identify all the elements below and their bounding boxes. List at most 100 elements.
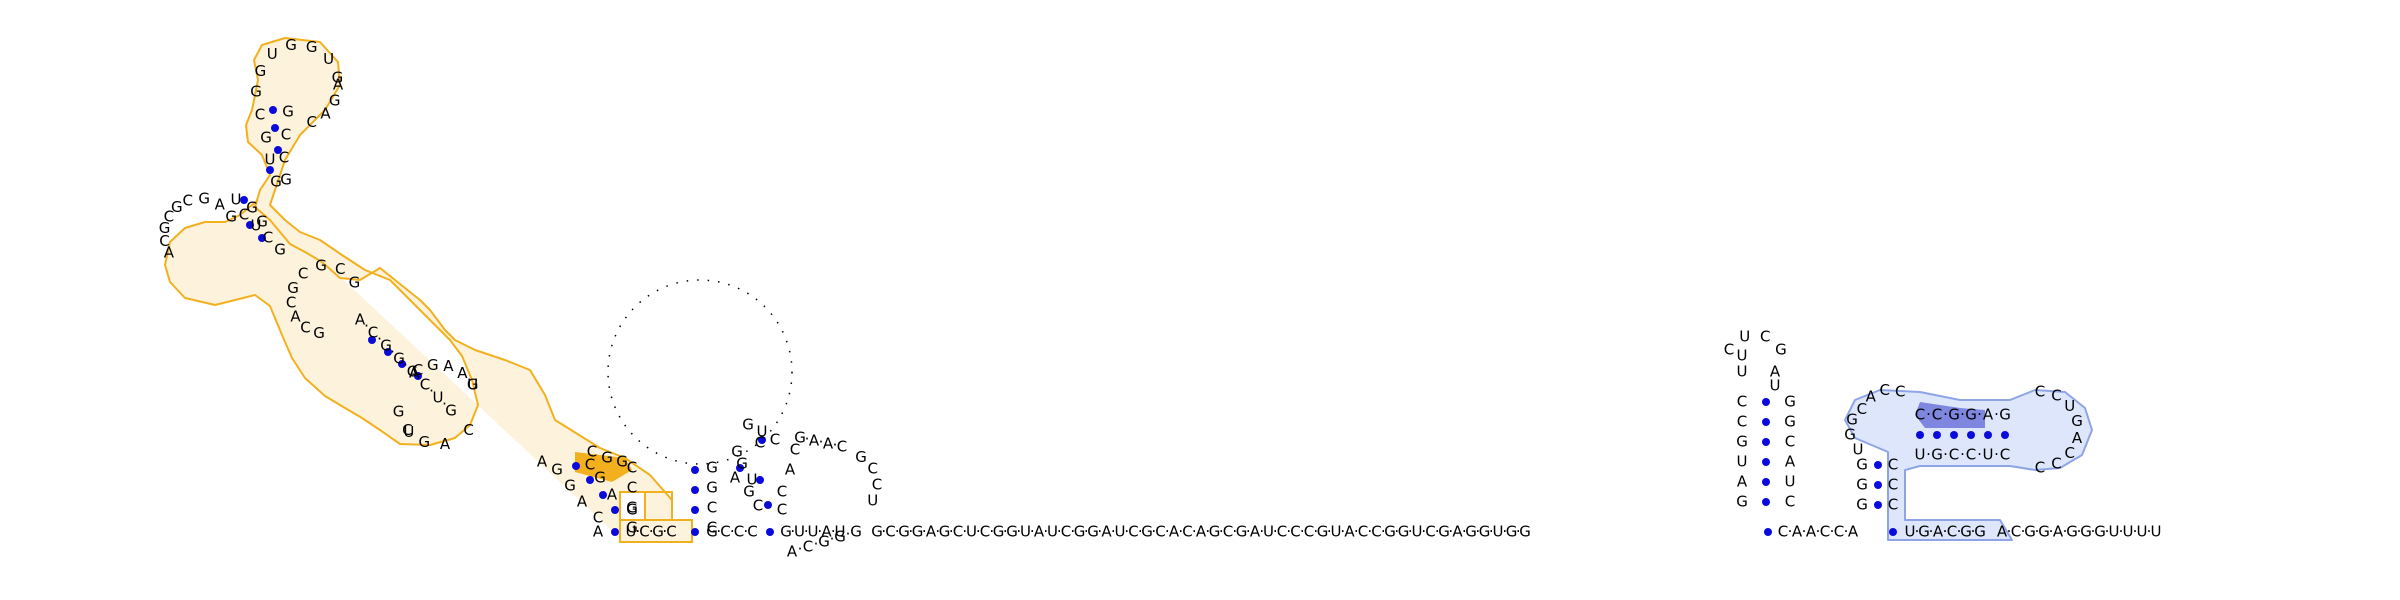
left-stem-nt: A xyxy=(577,493,588,511)
blue-inner-bottom-nt-link: · xyxy=(1994,446,1999,464)
base-pair-dot xyxy=(1764,528,1772,536)
orange-upper-stem-nt: C xyxy=(255,106,265,124)
orange-mid-loop-nt: C xyxy=(298,264,308,282)
hairpin-loop-nt: C xyxy=(1760,327,1770,345)
left-stem-nt: G xyxy=(564,477,576,495)
middle-stem-nt: G xyxy=(706,459,718,477)
base-pair-dot xyxy=(1874,481,1882,489)
blue-inner-bottom-nt-link: · xyxy=(1960,446,1965,464)
orange-top-loop-nt: C xyxy=(306,113,316,131)
blue-inner-top-nt-link: · xyxy=(1994,406,1999,424)
blue-right-loop-nt: C xyxy=(2035,383,2045,401)
blue-inner-top-nt-link: · xyxy=(1943,406,1948,424)
base-pair-dot xyxy=(1762,438,1770,446)
blue-inner-bottom-nt: U xyxy=(1915,446,1926,464)
orange-upper-stem-nt: G xyxy=(280,171,292,189)
second-loop-bottom-nt: C xyxy=(803,538,813,556)
orange-big-loop-nt: G xyxy=(467,376,479,394)
base-pair-dot xyxy=(766,528,774,536)
orange-big-loop-nt: G xyxy=(393,402,405,420)
base-pair-dot xyxy=(1762,398,1770,406)
hairpin-stem-right-nt: C xyxy=(1785,433,1795,451)
blue-stem-left-nt: G xyxy=(1856,496,1868,514)
orange-big-loop-nt: C xyxy=(402,421,412,439)
blue-left-loop-nt: A xyxy=(1866,388,1877,406)
orange-top-loop-nt: G xyxy=(329,91,341,109)
orange-upper-stem-nt: G xyxy=(250,83,262,101)
middle-structure-nt: C xyxy=(777,483,787,501)
base-pair-dot xyxy=(1933,431,1941,439)
orange-top-loop-nt: U xyxy=(267,45,278,63)
left-stem-nt: A xyxy=(607,486,618,504)
middle-structure-nt: U xyxy=(747,471,758,489)
orange-left-loop-nt: G xyxy=(225,208,237,226)
blue-inner-top-nt: G xyxy=(1999,406,2011,424)
hairpin-stem-left-nt: A xyxy=(1737,473,1748,491)
base-pair-dot xyxy=(691,528,699,536)
middle-structure-nt: A xyxy=(785,461,796,479)
base-pair-dot xyxy=(1889,528,1897,536)
blue-left-loop-nt: C xyxy=(1880,381,1890,399)
base-pair-dot xyxy=(611,528,619,536)
orange-highlight-nt: G xyxy=(601,449,613,467)
blue-inner-bottom-nt-link: · xyxy=(1926,446,1931,464)
base-pair-dot xyxy=(1874,461,1882,469)
orange-left-stem-nt: G xyxy=(256,213,268,231)
orange-domain-highlight xyxy=(164,37,693,543)
orange-left-loop-nt: A xyxy=(215,195,226,213)
blue-inner-bottom-nt: G xyxy=(1931,446,1943,464)
hairpin-stem-left-nt: U xyxy=(1737,453,1748,471)
orange-top-loop-nt: G xyxy=(255,62,267,80)
base-pair-dot xyxy=(2001,431,2009,439)
second-loop-bottom-nt-link: · xyxy=(798,540,803,558)
orange-big-loop-nt: A xyxy=(440,435,451,453)
orange-big-loop-nt: A xyxy=(443,357,454,375)
orange-upper-stem-nt: U xyxy=(265,151,276,169)
orange-box-nt: G xyxy=(626,499,638,517)
hairpin-loop-nt: U xyxy=(1737,363,1748,381)
base-pair-dot xyxy=(1916,431,1924,439)
base-pair-dot xyxy=(1874,501,1882,509)
base-pair-dot xyxy=(1967,431,1975,439)
left-stem-nt: G xyxy=(551,461,563,479)
hairpin-stem-left-nt: C xyxy=(1737,393,1747,411)
hairpin-loop-nt: C xyxy=(1724,341,1734,359)
orange-box-nt: G xyxy=(626,519,638,537)
orange-box-nt: C xyxy=(627,479,637,497)
blue-inner-bottom-nt: C xyxy=(2000,446,2010,464)
hairpin-stem-left-nt: G xyxy=(1736,493,1748,511)
orange-upper-stem-nt: C xyxy=(281,126,291,144)
hairpin-loop-nt: U xyxy=(1737,347,1748,365)
base-pair-dot xyxy=(572,462,580,470)
orange-upper-stem-nt: C xyxy=(279,149,289,167)
base-pair-dot xyxy=(691,506,699,514)
blue-stem-right-nt: C xyxy=(1888,476,1898,494)
base-pair-dot xyxy=(1762,478,1770,486)
blue-inner-top-nt: C xyxy=(1932,406,1942,424)
hairpin-stem-left-nt: G xyxy=(1736,433,1748,451)
right-tail-nt: A xyxy=(1848,523,1859,541)
middle-structure-nt: G xyxy=(742,416,754,434)
middle-structure-nt: A xyxy=(730,469,741,487)
second-loop-top-nt: C xyxy=(837,438,847,456)
blue-inner-top-nt-link: · xyxy=(1977,406,1982,424)
orange-mid-loop-nt: G xyxy=(287,279,299,297)
base-pair-dot xyxy=(1984,431,1992,439)
orange-big-loop-nt: G xyxy=(419,433,431,451)
three-prime-tail-nt: U xyxy=(2151,523,2162,541)
base-pair-dot xyxy=(764,501,772,509)
orange-upper-stem-nt: G xyxy=(260,129,272,147)
base-pair-dot xyxy=(271,124,279,132)
blue-right-loop-nt: C xyxy=(2051,386,2061,404)
orange-left-loop-nt: G xyxy=(171,198,183,216)
base-pair-dots xyxy=(240,106,2009,536)
hairpin-stem-right-nt: U xyxy=(1785,473,1796,491)
base-pair-dot xyxy=(1762,458,1770,466)
orange-branch-nt: G xyxy=(445,402,457,420)
orange-top-loop-nt: G xyxy=(285,36,297,54)
hairpin-stem-left-nt: C xyxy=(1737,413,1747,431)
blue-inner-top-nt-link: · xyxy=(1926,406,1931,424)
blue-stem-right-nt: C xyxy=(1888,496,1898,514)
backbone-nt: G xyxy=(1519,523,1531,541)
base-pair-dot xyxy=(1762,498,1770,506)
